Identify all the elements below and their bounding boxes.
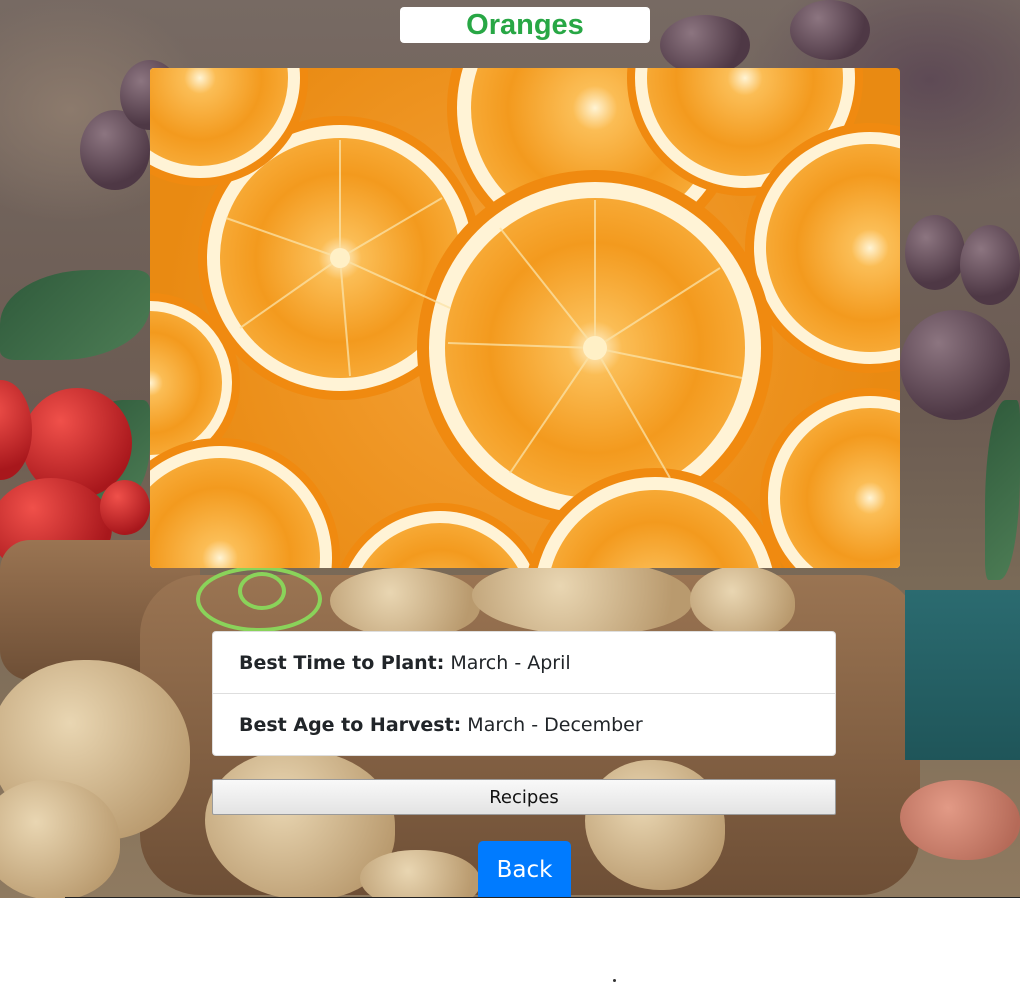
orange-slice <box>339 503 541 568</box>
title-banner: Oranges <box>400 7 650 43</box>
beet-decoration <box>790 0 870 60</box>
cloth-decoration <box>905 590 1020 760</box>
recipes-button[interactable]: Recipes <box>212 779 836 815</box>
page-title: Oranges <box>466 9 584 41</box>
planting-time-item: Best Time to Plant: March - April <box>213 632 835 693</box>
beet-decoration <box>960 225 1020 305</box>
beet-decoration <box>660 15 750 75</box>
harvest-age-value: March - December <box>467 713 643 736</box>
divider <box>65 897 1020 898</box>
tomato-decoration <box>100 480 150 535</box>
footer-mark <box>613 979 616 982</box>
back-button[interactable]: Back <box>478 841 571 898</box>
planting-time-label: Best Time to Plant: <box>239 651 445 674</box>
leaf-decoration <box>985 400 1020 580</box>
orange-slices-illustration <box>150 68 900 568</box>
wire-twist-decoration <box>238 572 286 610</box>
orange-slice <box>760 388 900 568</box>
beet-decoration <box>905 215 965 290</box>
harvest-age-item: Best Age to Harvest: March - December <box>213 693 835 755</box>
orange-slice <box>150 438 340 568</box>
slice-core <box>583 336 607 360</box>
planting-time-value: March - April <box>450 651 571 674</box>
fruit-image <box>150 68 900 568</box>
harvest-age-label: Best Age to Harvest: <box>239 713 462 736</box>
crop-info-list: Best Time to Plant: March - April Best A… <box>212 631 836 756</box>
slice-core <box>330 248 350 268</box>
leaf-decoration <box>0 270 150 360</box>
page: Oranges Best Time to Plant: March - Apri… <box>0 0 1020 983</box>
beet-decoration <box>900 310 1010 420</box>
